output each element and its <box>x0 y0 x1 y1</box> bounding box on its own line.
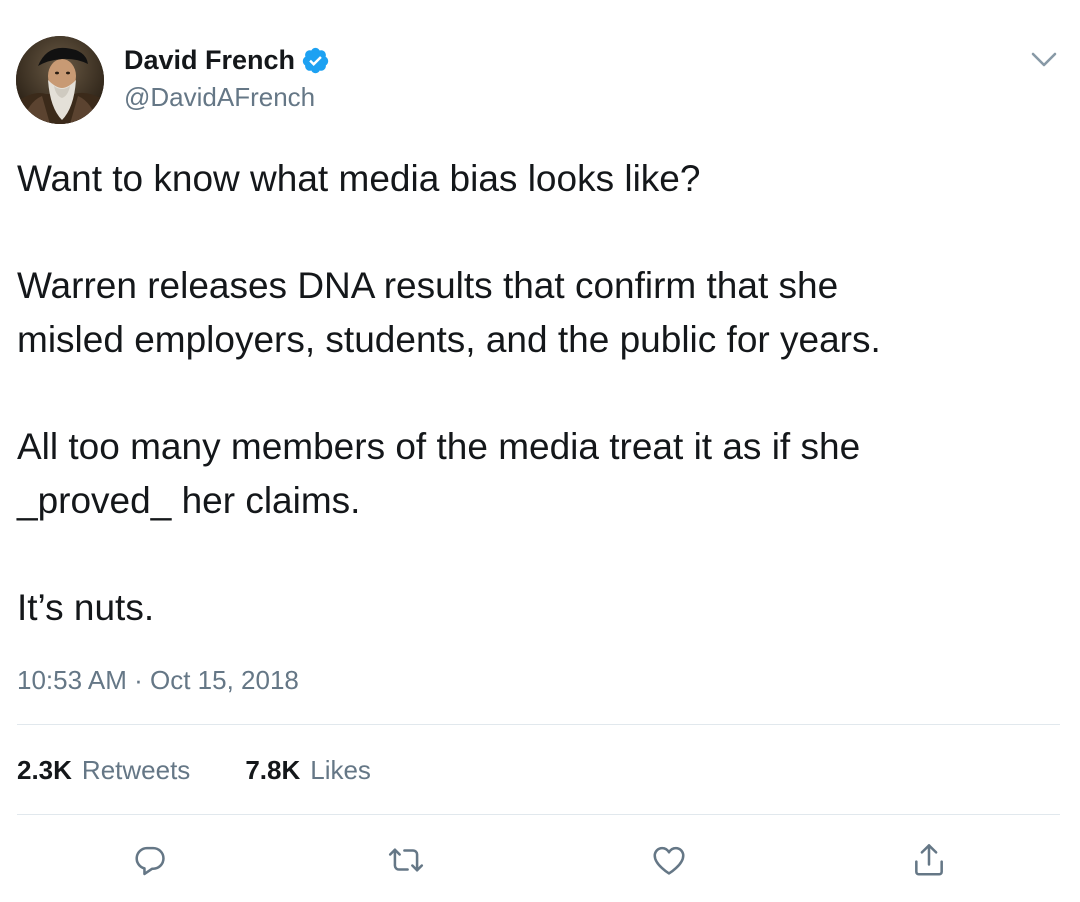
avatar-portrait <box>16 36 104 124</box>
tweet-stats: 2.3K Retweets 7.8K Likes <box>17 754 426 786</box>
retweet-button[interactable] <box>384 838 428 882</box>
tweet-text: Want to know what media bias looks like?… <box>17 152 1057 635</box>
chevron-down-icon[interactable] <box>1030 50 1058 70</box>
tweet-header: David French @DavidAFrench <box>16 36 1066 126</box>
tweet-paragraph: It’s nuts. <box>17 587 155 628</box>
share-button[interactable] <box>907 838 951 882</box>
like-button[interactable] <box>647 838 691 882</box>
likes-stat[interactable]: 7.8K Likes <box>245 754 371 786</box>
tweet-paragraph: All too many members of the media treat … <box>17 426 861 521</box>
retweet-icon <box>388 848 424 872</box>
tweet-paragraph: Want to know what media bias looks like? <box>17 158 701 199</box>
tweet-card: David French @DavidAFrench Want to know … <box>0 0 1080 902</box>
author-handle[interactable]: @DavidAFrench <box>124 82 315 112</box>
meta-separator: · <box>134 665 143 695</box>
author-name-row[interactable]: David French <box>124 45 330 75</box>
likes-label: Likes <box>310 755 371 785</box>
avatar[interactable] <box>16 36 104 124</box>
tweet-paragraph: Warren releases DNA results that confirm… <box>17 265 881 360</box>
tweet-actions <box>0 838 1080 882</box>
heart-icon <box>653 846 685 875</box>
tweet-time[interactable]: 10:53 AM <box>17 665 127 695</box>
divider <box>17 814 1060 815</box>
author-display-name[interactable]: David French <box>124 45 295 75</box>
retweets-count: 2.3K <box>17 755 72 785</box>
share-icon <box>915 844 943 876</box>
reply-icon <box>135 846 165 876</box>
reply-button[interactable] <box>128 838 172 882</box>
likes-count: 7.8K <box>245 755 301 785</box>
divider <box>17 724 1060 725</box>
tweet-timestamp[interactable]: 10:53 AM · Oct 15, 2018 <box>17 664 299 696</box>
tweet-date[interactable]: Oct 15, 2018 <box>150 665 299 695</box>
verified-badge-icon <box>301 46 330 75</box>
retweets-label: Retweets <box>81 755 191 785</box>
retweets-stat[interactable]: 2.3K Retweets <box>17 754 190 786</box>
